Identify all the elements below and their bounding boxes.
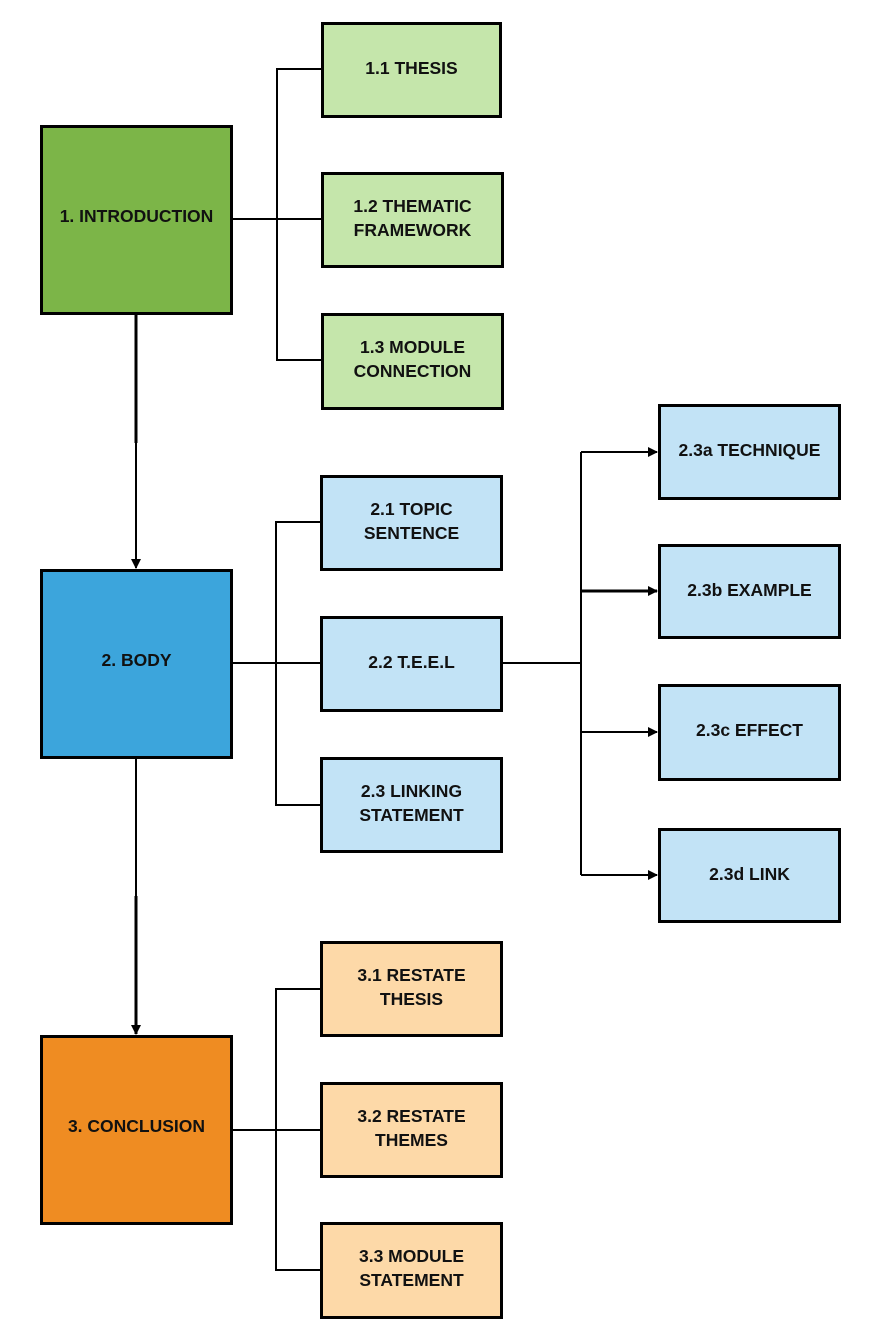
node-2-1-topic-sentence[interactable]: 2.1 TOPIC SENTENCE [320,475,503,571]
body-connectors [232,521,321,806]
section-introduction[interactable]: 1. INTRODUCTION [40,125,233,315]
node-2-3b-example[interactable]: 2.3b EXAMPLE [658,544,841,639]
node-2-2-teel[interactable]: 2.2 T.E.E.L [320,616,503,712]
node-1-3-label: 1.3 MODULE CONNECTION [353,337,472,381]
node-3-1-label: 3.1 RESTATE THESIS [357,965,466,1009]
node-2-3-linking-statement[interactable]: 2.3 LINKING STATEMENT [320,757,503,853]
node-2-3a-technique[interactable]: 2.3a TECHNIQUE [658,404,841,500]
node-2-3d-link[interactable]: 2.3d LINK [658,828,841,923]
node-2-1-label: 2.1 TOPIC SENTENCE [363,499,460,543]
node-3-3-label: 3.3 MODULE STATEMENT [358,1246,465,1290]
essay-structure-diagram: 1. INTRODUCTION 2. BODY 3. CONCLUSION 1.… [0,0,870,1327]
section-conclusion-label: 3. CONCLUSION [67,1116,206,1136]
section-introduction-label: 1. INTRODUCTION [59,206,214,226]
teel-connectors [502,447,658,880]
conclusion-connectors [232,988,321,1271]
intro-connectors [232,68,321,361]
node-2-3d-label: 2.3d LINK [709,864,790,884]
node-2-2-label: 2.2 T.E.E.L [368,652,455,672]
section-conclusion[interactable]: 3. CONCLUSION [40,1035,233,1225]
section-body-label: 2. BODY [101,650,172,670]
node-2-3b-label: 2.3b EXAMPLE [687,580,812,600]
node-1-2-label: 1.2 THEMATIC FRAMEWORK [353,196,472,240]
node-2-3a-label: 2.3a TECHNIQUE [678,440,821,460]
section-body[interactable]: 2. BODY [40,569,233,759]
node-1-1-thesis[interactable]: 1.1 THESIS [321,22,502,118]
node-3-3-module-statement[interactable]: 3.3 MODULE STATEMENT [320,1222,503,1319]
node-2-3-label: 2.3 LINKING STATEMENT [359,781,464,825]
node-1-1-label: 1.1 THESIS [365,58,458,78]
node-1-2-thematic-framework[interactable]: 1.2 THEMATIC FRAMEWORK [321,172,504,268]
node-2-3c-effect[interactable]: 2.3c EFFECT [658,684,841,781]
node-3-2-restate-themes[interactable]: 3.2 RESTATE THEMES [320,1082,503,1178]
node-2-3c-label: 2.3c EFFECT [696,720,803,740]
node-1-3-module-connection[interactable]: 1.3 MODULE CONNECTION [321,313,504,410]
node-3-2-label: 3.2 RESTATE THEMES [357,1106,466,1150]
node-3-1-restate-thesis[interactable]: 3.1 RESTATE THESIS [320,941,503,1037]
intro-bracket-line [276,68,321,361]
